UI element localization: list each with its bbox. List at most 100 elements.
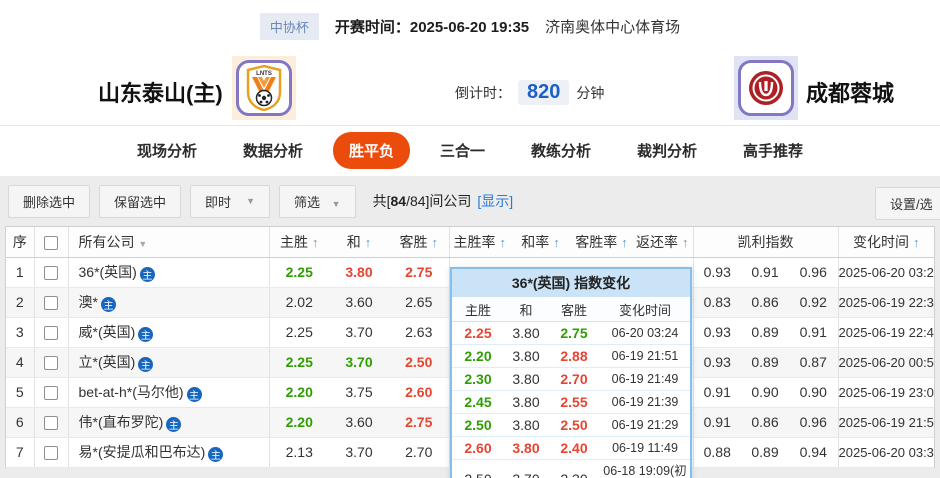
draw-odds-cell[interactable]: 3.60: [329, 287, 389, 317]
col-draw[interactable]: 和 ↑: [329, 227, 389, 257]
kelly-draw-cell: 0.90: [741, 377, 789, 407]
col-company[interactable]: 所有公司 ▼: [68, 227, 269, 257]
home-badge: 主: [166, 417, 181, 432]
home-odds-cell[interactable]: 2.20: [269, 407, 329, 437]
away-odds-cell[interactable]: 2.65: [389, 287, 449, 317]
home-odds-cell[interactable]: 2.25: [269, 317, 329, 347]
draw-odds-cell[interactable]: 3.70: [329, 317, 389, 347]
select-all-checkbox[interactable]: [44, 236, 58, 250]
change-time-cell: 2025-06-20 00:51: [838, 347, 934, 377]
tab-referee-analysis[interactable]: 裁判分析: [621, 132, 713, 169]
col-home-win[interactable]: 主胜 ↑: [269, 227, 329, 257]
popup-change-time: 06-19 21:39: [600, 395, 690, 409]
company-name[interactable]: bet-at-h*(马尔他): [79, 384, 184, 400]
kickoff-time: 开赛时间：2025-06-20 19:35: [335, 16, 529, 37]
keep-selected-button[interactable]: 保留选中: [99, 185, 181, 218]
col-draw-rate[interactable]: 和率 ↑: [510, 227, 571, 257]
row-checkbox[interactable]: [44, 266, 58, 280]
tab-coach-analysis[interactable]: 教练分析: [515, 132, 607, 169]
company-name[interactable]: 威*(英国): [79, 324, 136, 340]
away-team-name: 成都蓉城: [806, 76, 894, 108]
away-odds-cell[interactable]: 2.75: [389, 407, 449, 437]
sort-up-icon: ↑: [431, 235, 438, 250]
col-away-win[interactable]: 客胜 ↑: [389, 227, 449, 257]
company-name[interactable]: 36*(英国): [79, 264, 137, 280]
company-name[interactable]: 易*(安提瓜和巴布达): [79, 444, 206, 460]
away-odds-cell[interactable]: 2.50: [389, 347, 449, 377]
away-odds-cell[interactable]: 2.70: [389, 437, 449, 467]
svg-text:LNTS: LNTS: [256, 71, 272, 77]
row-checkbox[interactable]: [44, 416, 58, 430]
sort-up-icon: ↑: [312, 235, 319, 250]
countdown-value: 820: [518, 80, 569, 105]
delete-selected-button[interactable]: 删除选中: [8, 185, 90, 218]
away-odds-cell[interactable]: 2.75: [389, 257, 449, 287]
tab-live-analysis[interactable]: 现场分析: [121, 132, 213, 169]
row-checkbox[interactable]: [44, 326, 58, 340]
row-checkbox[interactable]: [44, 386, 58, 400]
away-odds-cell[interactable]: 2.63: [389, 317, 449, 347]
popup-change-time: 06-19 21:51: [600, 349, 690, 363]
popup-change-time: 06-19 21:49: [600, 372, 690, 386]
popup-col-away: 客胜: [548, 300, 600, 319]
league-badge: 中协杯: [260, 13, 319, 40]
home-badge: 主: [187, 387, 202, 402]
toolbar: 删除选中 保留选中 即时 ▼ 筛选 ▼ 共[84/84]间公司 [显示] 设置/…: [0, 176, 940, 226]
settings-button[interactable]: 设置/选: [875, 187, 940, 220]
row-checkbox[interactable]: [44, 446, 58, 460]
home-team-name: 山东泰山(主): [98, 76, 223, 108]
home-odds-cell[interactable]: 2.20: [269, 377, 329, 407]
popup-away-odds: 2.75: [548, 325, 600, 341]
home-team-logo: LNTS: [232, 56, 296, 120]
tab-win-draw-lose[interactable]: 胜平负: [333, 132, 410, 169]
show-link[interactable]: [显示]: [477, 191, 513, 211]
away-team-logo: [734, 56, 798, 120]
popup-row: 2.50 3.70 2.30 06-18 19:09(初指): [452, 460, 690, 478]
col-return-rate[interactable]: 返还率 ↑: [632, 227, 693, 257]
home-odds-cell[interactable]: 2.25: [269, 257, 329, 287]
draw-odds-cell[interactable]: 3.75: [329, 377, 389, 407]
change-time-cell: 2025-06-19 23:00: [838, 377, 934, 407]
popup-home-odds: 2.45: [452, 394, 504, 410]
company-name[interactable]: 立*(英国): [79, 354, 136, 370]
company-name[interactable]: 伟*(直布罗陀): [79, 414, 164, 430]
col-kelly: 凯利指数: [693, 227, 838, 257]
kelly-draw-cell: 0.86: [741, 407, 789, 437]
home-odds-cell[interactable]: 2.02: [269, 287, 329, 317]
row-seq: 1: [6, 257, 34, 287]
draw-odds-cell[interactable]: 3.60: [329, 407, 389, 437]
row-checkbox[interactable]: [44, 296, 58, 310]
popup-change-time: 06-19 21:29: [600, 418, 690, 432]
change-time-cell: 2025-06-19 22:42: [838, 317, 934, 347]
col-away-rate[interactable]: 客胜率 ↑: [571, 227, 632, 257]
col-home-rate[interactable]: 主胜率 ↑: [449, 227, 510, 257]
home-odds-cell[interactable]: 2.25: [269, 347, 329, 377]
popup-away-odds: 2.70: [548, 371, 600, 387]
popup-col-home: 主胜: [452, 300, 504, 319]
popup-col-time: 变化时间: [600, 300, 690, 319]
away-odds-cell[interactable]: 2.60: [389, 377, 449, 407]
draw-odds-cell[interactable]: 3.70: [329, 347, 389, 377]
venue-label: 济南奥体中心体育场: [545, 16, 680, 37]
sort-up-icon: ↑: [682, 235, 689, 250]
tab-expert-picks[interactable]: 高手推荐: [727, 132, 819, 169]
popup-change-time: 06-19 11:49: [600, 441, 690, 455]
filter-dropdown[interactable]: 筛选 ▼: [279, 185, 356, 218]
change-time-cell: 2025-06-19 22:36: [838, 287, 934, 317]
home-badge: 主: [138, 357, 153, 372]
company-name[interactable]: 澳*: [79, 294, 98, 310]
row-checkbox[interactable]: [44, 356, 58, 370]
popup-home-odds: 2.50: [452, 417, 504, 433]
tab-data-analysis[interactable]: 数据分析: [227, 132, 319, 169]
change-time-cell: 2025-06-20 03:25: [838, 257, 934, 287]
draw-odds-cell[interactable]: 3.80: [329, 257, 389, 287]
popup-draw-odds: 3.70: [504, 471, 548, 478]
time-filter-dropdown[interactable]: 即时 ▼: [190, 185, 270, 218]
kelly-home-cell: 0.93: [693, 317, 741, 347]
home-odds-cell[interactable]: 2.13: [269, 437, 329, 467]
odds-change-popup: 36*(英国) 指数变化 主胜 和 客胜 变化时间 2.25 3.80 2.75…: [450, 267, 692, 478]
popup-draw-odds: 3.80: [504, 394, 548, 410]
tab-three-in-one[interactable]: 三合一: [424, 132, 501, 169]
col-change-time[interactable]: 变化时间 ↑: [838, 227, 934, 257]
draw-odds-cell[interactable]: 3.70: [329, 437, 389, 467]
